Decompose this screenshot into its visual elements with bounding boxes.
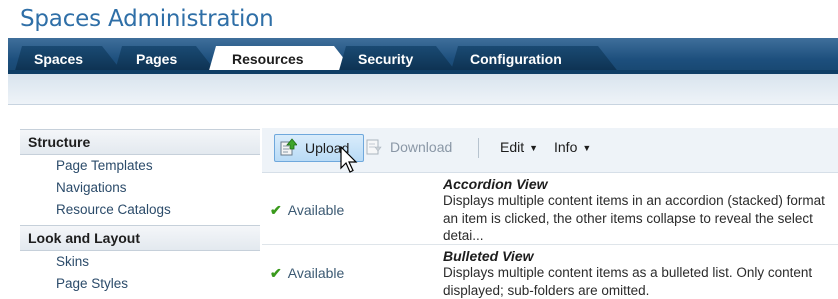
mouse-pointer-icon <box>339 146 359 174</box>
tab-label: Configuration <box>470 51 562 67</box>
page-title: Spaces Administration <box>20 6 273 32</box>
info-menu-label: Info <box>554 139 577 155</box>
resource-details: Accordion View Displays multiple content… <box>443 176 838 245</box>
tab-bar: Spaces Pages Resources Security Configur… <box>8 38 838 74</box>
checkmark-icon: ✔ <box>270 265 282 281</box>
edit-menu[interactable]: Edit ▼ <box>500 134 538 160</box>
toolbar: Upload Download Edit▼ Info▼ <box>262 128 838 173</box>
sub-navigation-bar <box>8 74 838 105</box>
tab-label: Pages <box>136 51 177 67</box>
download-label: Download <box>390 134 452 160</box>
edit-menu-label: Edit <box>500 139 524 155</box>
resource-description-line: Displays multiple content items in an ac… <box>443 192 838 210</box>
resource-name[interactable]: Bulleted View <box>443 248 838 264</box>
sidebar-item-navigations[interactable]: Navigations <box>20 177 260 199</box>
sidebar: Structure Page Templates Navigations Res… <box>20 129 260 295</box>
sidebar-section-structure: Structure <box>20 129 260 155</box>
resource-list: ✔ Available Accordion View Displays multi… <box>262 173 838 295</box>
resource-description-line: Displays multiple content items as a bul… <box>443 264 838 282</box>
status-cell: ✔ Available <box>270 265 344 282</box>
table-row[interactable]: ✔ Available Accordion View Displays multi… <box>262 173 838 245</box>
sidebar-item-page-templates[interactable]: Page Templates <box>20 155 260 177</box>
status-label: Available <box>288 202 345 218</box>
tab-label: Resources <box>232 51 304 67</box>
sidebar-item-skins[interactable]: Skins <box>20 251 260 273</box>
resource-description-line: an item is clicked, the other items coll… <box>443 210 838 228</box>
caret-down-icon: ▼ <box>529 143 538 153</box>
info-menu[interactable]: Info ▼ <box>554 134 591 160</box>
download-button[interactable]: Download <box>364 134 464 160</box>
sidebar-item-resource-catalogs[interactable]: Resource Catalogs <box>20 199 260 221</box>
caret-down-icon: ▼ <box>582 143 591 153</box>
tab-label: Spaces <box>34 51 83 67</box>
upload-icon <box>279 138 297 156</box>
table-row[interactable]: ✔ Available Bulleted View Displays multip… <box>262 245 838 295</box>
resource-description-line: displayed; sub-folders are omitted. <box>443 282 838 299</box>
resource-name[interactable]: Accordion View <box>443 176 838 192</box>
resource-details: Bulleted View Displays multiple content … <box>443 248 838 299</box>
resource-description-line: detai... <box>443 227 838 245</box>
checkmark-icon: ✔ <box>270 202 282 218</box>
sidebar-section-look-and-layout: Look and Layout <box>20 225 260 251</box>
download-icon <box>366 138 382 156</box>
sidebar-item-page-styles[interactable]: Page Styles <box>20 273 260 295</box>
status-label: Available <box>288 265 345 281</box>
tab-label: Security <box>358 51 413 67</box>
toolbar-separator <box>478 138 479 158</box>
status-cell: ✔ Available <box>270 202 344 219</box>
